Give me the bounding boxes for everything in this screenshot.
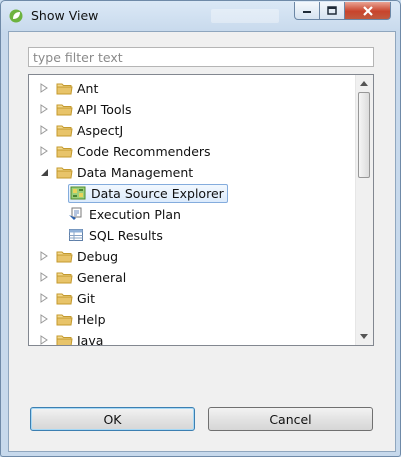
tree-item-label: SQL Results <box>89 227 163 243</box>
expand-toggle[interactable] <box>38 82 50 94</box>
expand-toggle[interactable] <box>38 334 50 345</box>
scrollbar-thumb[interactable] <box>358 92 370 178</box>
view-tree[interactable]: Ant API Tools AspectJ Code Recommenders Data… <box>28 74 374 346</box>
folder-icon <box>56 83 73 94</box>
view-icon <box>70 185 86 201</box>
dialog-body: Ant API Tools AspectJ Code Recommenders Data… <box>8 31 396 452</box>
filter-input[interactable] <box>28 47 374 67</box>
tree-row-content: Execution Plan <box>68 206 181 222</box>
expanded-triangle-icon <box>40 168 48 176</box>
sql-results-icon <box>69 229 83 241</box>
execution-plan-icon <box>69 207 82 220</box>
tree-item-label: Git <box>77 290 96 306</box>
ok-button[interactable]: OK <box>30 407 195 431</box>
spring-leaf-icon <box>9 9 23 23</box>
collapsed-triangle-icon <box>40 272 48 282</box>
tree-category-java[interactable]: Java <box>38 330 104 346</box>
tree-category-aspectj[interactable]: AspectJ <box>38 120 123 140</box>
collapsed-triangle-icon <box>40 293 48 303</box>
expand-toggle[interactable] <box>38 145 50 157</box>
tree-category-data-management[interactable]: Data Management <box>38 162 193 182</box>
tree-item-label: Data Management <box>77 164 194 180</box>
folder-icon <box>56 314 73 325</box>
vertical-scrollbar[interactable] <box>355 75 373 345</box>
tree-category-ant[interactable]: Ant <box>38 78 98 98</box>
minimize-button[interactable] <box>294 2 320 20</box>
folder-icon <box>56 167 73 178</box>
tree-item-label: Data Source Explorer <box>91 185 224 201</box>
tree-category-git[interactable]: Git <box>38 288 95 308</box>
expand-toggle[interactable] <box>38 166 50 178</box>
collapsed-triangle-icon <box>40 104 48 114</box>
scroll-up-button[interactable] <box>356 75 372 92</box>
tree-child-data-source-explorer[interactable]: Data Source Explorer <box>68 183 228 203</box>
arrow-up-icon <box>360 81 368 86</box>
close-icon <box>362 5 373 16</box>
tree-item-label: Debug <box>77 248 119 264</box>
folder-icon <box>56 272 73 283</box>
expand-toggle[interactable] <box>38 250 50 262</box>
arrow-down-icon <box>360 334 368 339</box>
tree-category-help[interactable]: Help <box>38 309 106 329</box>
collapsed-triangle-icon <box>40 251 48 261</box>
folder-icon <box>56 146 73 157</box>
maximize-icon <box>327 6 337 15</box>
collapsed-triangle-icon <box>40 125 48 135</box>
cancel-button[interactable]: Cancel <box>208 407 373 431</box>
view-icon <box>68 227 84 243</box>
collapsed-triangle-icon <box>40 83 48 93</box>
tree-category-code-recommenders[interactable]: Code Recommenders <box>38 141 211 161</box>
close-button[interactable] <box>345 2 391 20</box>
expand-toggle[interactable] <box>38 292 50 304</box>
tree-item-label: Help <box>77 311 106 327</box>
tree-child-sql-results[interactable]: SQL Results <box>68 225 163 245</box>
tree-item-label: AspectJ <box>77 122 124 138</box>
tree-item-label: Ant <box>77 80 99 96</box>
folder-icon <box>56 251 73 262</box>
maximize-button[interactable] <box>320 2 345 20</box>
view-icon <box>68 206 84 222</box>
data-source-explorer-icon <box>70 186 86 200</box>
folder-icon <box>56 104 73 115</box>
title-bar[interactable]: Show View <box>1 1 400 31</box>
tree-item-label: General <box>77 269 127 285</box>
window-title: Show View <box>31 8 99 23</box>
selected-row-highlight: Data Source Explorer <box>68 183 228 203</box>
scroll-down-button[interactable] <box>356 328 372 345</box>
folder-icon <box>56 335 73 345</box>
expand-toggle[interactable] <box>38 313 50 325</box>
folder-icon <box>56 125 73 136</box>
minimize-icon <box>303 10 311 13</box>
folder-icon <box>56 293 73 304</box>
expand-toggle[interactable] <box>38 271 50 283</box>
collapsed-triangle-icon <box>40 146 48 156</box>
collapsed-triangle-icon <box>40 314 48 324</box>
collapsed-triangle-icon <box>40 335 48 345</box>
tree-child-execution-plan[interactable]: Execution Plan <box>68 204 181 224</box>
tree-item-label: Java <box>77 332 104 346</box>
background-window-tab <box>211 9 279 23</box>
tree-category-general[interactable]: General <box>38 267 126 287</box>
tree-item-label: API Tools <box>77 101 132 117</box>
tree-row-content: SQL Results <box>68 227 163 243</box>
expand-toggle[interactable] <box>38 103 50 115</box>
expand-toggle[interactable] <box>38 124 50 136</box>
tree-category-debug[interactable]: Debug <box>38 246 118 266</box>
tree-item-label: Code Recommenders <box>77 143 211 159</box>
show-view-dialog: Show View Ant API Tools AspectJ Code Recomm… <box>0 0 401 457</box>
tree-item-label: Execution Plan <box>89 206 181 222</box>
tree-category-api-tools[interactable]: API Tools <box>38 99 132 119</box>
